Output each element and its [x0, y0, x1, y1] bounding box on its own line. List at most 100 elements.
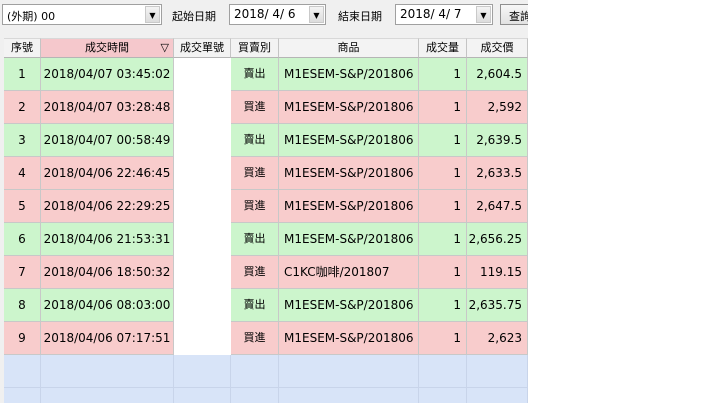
table-row[interactable]: 4 2018/04/06 22:46:45 買進 M1ESEM-S&P/201806 1… [4, 157, 528, 190]
end-date-label: 結束日期 [338, 10, 382, 23]
cell-qty: 1 [419, 322, 467, 355]
cell-time: 2018/04/06 22:46:45 [41, 157, 174, 190]
cell-seq: 3 [4, 124, 41, 157]
cell-order [174, 322, 231, 355]
cell-qty: 1 [419, 157, 467, 190]
cell-seq: 8 [4, 289, 41, 322]
cell-order [174, 124, 231, 157]
table-row[interactable]: 2 2018/04/07 03:28:48 買進 M1ESEM-S&P/201806 1… [4, 91, 528, 124]
cell-price: 2,639.5 [467, 124, 528, 157]
cell-product [279, 388, 419, 403]
cell-time: 2018/04/07 00:58:49 [41, 124, 174, 157]
cell-side: 賣出 [231, 58, 279, 91]
cell-time [41, 355, 174, 388]
header-seq[interactable]: 序號 [4, 38, 41, 58]
cell-price: 119.15 [467, 256, 528, 289]
chevron-down-icon[interactable]: ▼ [476, 6, 491, 23]
cell-product: C1KC咖啡/201807 [279, 256, 419, 289]
cell-time: 2018/04/06 07:17:51 [41, 322, 174, 355]
table-row[interactable]: 3 2018/04/07 00:58:49 賣出 M1ESEM-S&P/201806 1… [4, 124, 528, 157]
cell-product: M1ESEM-S&P/201806 [279, 322, 419, 355]
cell-price: 2,623 [467, 322, 528, 355]
cell-order [174, 58, 231, 91]
cell-price [467, 388, 528, 403]
header-product[interactable]: 商品 [279, 38, 419, 58]
account-combo[interactable]: (外期) 00 ▼ [2, 4, 162, 25]
header-label: 成交量 [426, 41, 459, 54]
cell-side: 買進 [231, 157, 279, 190]
end-date-value: 2018/ 4/ 7 [400, 7, 462, 21]
cell-price: 2,635.75 [467, 289, 528, 322]
cell-order [174, 91, 231, 124]
empty-table-row[interactable] [4, 355, 528, 388]
header-qty[interactable]: 成交量 [419, 38, 467, 58]
table-row[interactable]: 1 2018/04/07 03:45:02 賣出 M1ESEM-S&P/201806 1… [4, 58, 528, 91]
empty-table-row[interactable] [4, 388, 528, 403]
cell-side: 買進 [231, 91, 279, 124]
cell-side [231, 388, 279, 403]
cell-time: 2018/04/06 18:50:32 [41, 256, 174, 289]
header-label: 買賣別 [238, 41, 271, 54]
table-row[interactable]: 5 2018/04/06 22:29:25 買進 M1ESEM-S&P/201806 1… [4, 190, 528, 223]
cell-price [467, 355, 528, 388]
cell-price: 2,592 [467, 91, 528, 124]
cell-product: M1ESEM-S&P/201806 [279, 58, 419, 91]
table-row[interactable]: 9 2018/04/06 07:17:51 買進 M1ESEM-S&P/201806 1… [4, 322, 528, 355]
cell-qty: 1 [419, 190, 467, 223]
end-date-picker[interactable]: 2018/ 4/ 7 ▼ [395, 4, 493, 25]
header-side[interactable]: 買賣別 [231, 38, 279, 58]
chevron-down-icon[interactable]: ▼ [309, 6, 324, 23]
cell-order [174, 256, 231, 289]
cell-product: M1ESEM-S&P/201806 [279, 289, 419, 322]
header-time[interactable]: 成交時間 ▽ [41, 38, 174, 58]
start-date-label: 起始日期 [172, 10, 216, 23]
table-row[interactable]: 7 2018/04/06 18:50:32 買進 C1KC咖啡/201807 1 119.… [4, 256, 528, 289]
cell-seq: 1 [4, 58, 41, 91]
cell-seq: 5 [4, 190, 41, 223]
header-label: 成交價 [480, 41, 514, 54]
cell-order [174, 388, 231, 403]
cell-side: 賣出 [231, 289, 279, 322]
cell-seq: 2 [4, 91, 41, 124]
cell-product: M1ESEM-S&P/201806 [279, 157, 419, 190]
header-label: 序號 [11, 41, 33, 54]
trade-history-window: (外期) 00 ▼ 起始日期 2018/ 4/ 6 ▼ 結束日期 2018/ 4… [0, 0, 528, 403]
cell-time: 2018/04/06 22:29:25 [41, 190, 174, 223]
cell-order [174, 289, 231, 322]
cell-time: 2018/04/06 08:03:00 [41, 289, 174, 322]
cell-qty [419, 388, 467, 403]
header-label: 成交時間 [85, 41, 129, 54]
cell-qty: 1 [419, 91, 467, 124]
cell-side: 賣出 [231, 124, 279, 157]
cell-side: 買進 [231, 256, 279, 289]
cell-price: 2,604.5 [467, 58, 528, 91]
cell-order [174, 157, 231, 190]
sort-desc-icon: ▽ [160, 41, 169, 54]
cell-time: 2018/04/07 03:28:48 [41, 91, 174, 124]
cell-seq [4, 388, 41, 403]
start-date-picker[interactable]: 2018/ 4/ 6 ▼ [229, 4, 326, 25]
cell-product [279, 355, 419, 388]
cell-qty: 1 [419, 124, 467, 157]
header-label: 成交單號 [180, 41, 224, 54]
cell-price: 2,633.5 [467, 157, 528, 190]
cell-product: M1ESEM-S&P/201806 [279, 91, 419, 124]
cell-seq: 4 [4, 157, 41, 190]
cell-side: 賣出 [231, 223, 279, 256]
table-row[interactable]: 6 2018/04/06 21:53:31 賣出 M1ESEM-S&P/201806 1… [4, 223, 528, 256]
cell-side: 買進 [231, 190, 279, 223]
cell-qty: 1 [419, 58, 467, 91]
cell-qty: 1 [419, 223, 467, 256]
account-combo-value: (外期) 00 [7, 10, 56, 23]
header-price[interactable]: 成交價 [467, 38, 528, 58]
cell-seq: 9 [4, 322, 41, 355]
chevron-down-icon[interactable]: ▼ [145, 6, 160, 23]
header-order-no[interactable]: 成交單號 [174, 38, 231, 58]
cell-product: M1ESEM-S&P/201806 [279, 190, 419, 223]
cell-qty: 1 [419, 289, 467, 322]
table-row[interactable]: 8 2018/04/06 08:03:00 賣出 M1ESEM-S&P/201806 1… [4, 289, 528, 322]
cell-order [174, 355, 231, 388]
cell-time [41, 388, 174, 403]
query-button[interactable]: 查詢 [500, 4, 528, 25]
cell-seq [4, 355, 41, 388]
